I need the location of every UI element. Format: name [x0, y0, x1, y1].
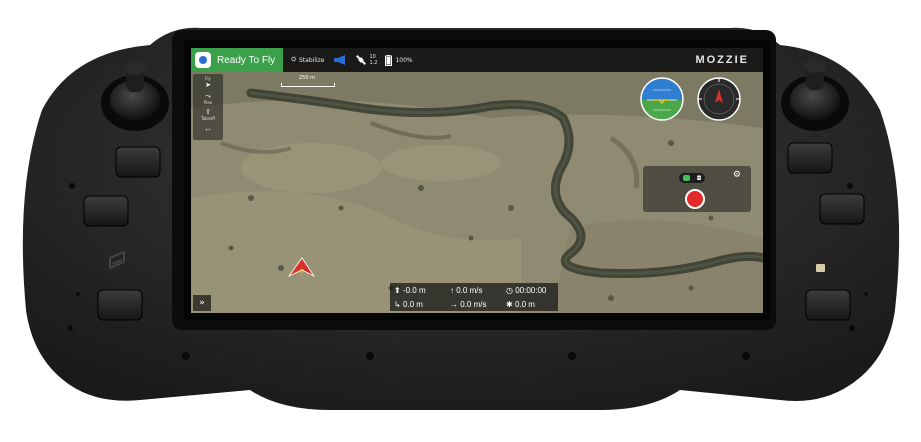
distance-icon: ↳	[394, 299, 401, 309]
megaphone-icon	[333, 55, 345, 65]
flight-time-value: 00:00:00	[515, 285, 547, 295]
compass-indicator	[697, 77, 741, 121]
horizontal-speed-value: 0.0 m/s	[460, 299, 487, 309]
clock-icon: ◷	[506, 285, 513, 295]
telemetry-panel: ⬆ -0.0 m ↑ 0.0 m/s ◷ 00:00:00 ↳ 0.0 m → …	[390, 283, 558, 311]
tool-fly[interactable]: Fly ➤	[193, 74, 223, 90]
mode-icon: ⛭	[291, 56, 296, 63]
tool-strip: Fly ➤ ⤳ Plan ⇧ Takeoff ↩	[193, 74, 223, 140]
battery-icon	[385, 54, 393, 66]
distance-readout: ↳ 0.0 m	[390, 300, 446, 309]
right-button-1[interactable]	[787, 142, 833, 174]
vertical-speed-value: 0.0 m/s	[456, 285, 483, 295]
satellite-icon	[355, 55, 366, 65]
tool-takeoff[interactable]: ⇧ Takeoff	[193, 106, 223, 122]
battery-indicator[interactable]: 100%	[385, 54, 413, 66]
flight-status-label: Ready To Fly	[217, 54, 276, 66]
left-button-3[interactable]	[97, 289, 143, 321]
gcs-screen: H Ready To Fly ⛭ Stabilize 10 1.2 100% M…	[191, 48, 763, 313]
flight-mode-label: Stabilize	[299, 56, 325, 64]
brand-logo: MOZZIE	[695, 54, 749, 66]
expand-panel-button[interactable]: »	[193, 295, 211, 311]
return-icon: ↩	[205, 126, 211, 134]
route-icon: ⤳	[205, 91, 211, 100]
top-status-bar: Ready To Fly ⛭ Stabilize 10 1.2 100% MOZ…	[191, 48, 763, 72]
map-scale: 250 m	[277, 75, 337, 89]
altitude-readout: ⬆ -0.0 m	[390, 286, 446, 295]
vertical-speed-icon: ↑	[450, 285, 454, 295]
distance-value: 0.0 m	[402, 299, 423, 309]
attitude-indicator	[640, 77, 684, 121]
takeoff-icon: ⇧	[205, 107, 211, 116]
tool-return[interactable]: ↩	[193, 122, 223, 138]
flight-time-readout: ◷ 00:00:00	[502, 286, 558, 295]
horizontal-speed-readout: → 0.0 m/s	[446, 300, 502, 309]
battery-percent: 100%	[395, 56, 413, 64]
app-logo-icon	[195, 52, 211, 68]
gps-hdop: 1.2	[369, 60, 378, 66]
flight-instruments[interactable]	[639, 76, 743, 122]
gps-indicator[interactable]: 10 1.2	[355, 54, 378, 66]
home-distance-value: 0.0 m	[514, 299, 535, 309]
flight-mode[interactable]: ⛭ Stabilize	[291, 56, 324, 64]
video-mode-icon	[682, 175, 690, 181]
camera-mode-toggle[interactable]: ◘	[679, 173, 705, 183]
svg-text:H: H	[300, 269, 304, 275]
status-led	[816, 264, 825, 272]
left-button-1[interactable]	[115, 146, 161, 178]
right-button-3[interactable]	[805, 289, 851, 321]
tool-plan[interactable]: ⤳ Plan	[193, 90, 223, 106]
home-distance-icon: ✱	[506, 299, 513, 309]
map-scale-label: 250 m	[298, 75, 315, 81]
left-button-2[interactable]	[83, 195, 129, 227]
map-scale-bar	[281, 83, 335, 87]
flight-status[interactable]: Ready To Fly	[191, 48, 284, 72]
right-button-2[interactable]	[819, 193, 865, 225]
messages-indicator[interactable]	[333, 55, 347, 65]
altitude-icon: ⬆	[394, 285, 401, 295]
vertical-speed-readout: ↑ 0.0 m/s	[446, 286, 502, 295]
photo-mode-icon: ◘	[696, 174, 702, 182]
camera-settings-gear-icon[interactable]: ⚙	[733, 170, 741, 180]
send-icon: ➤	[205, 80, 211, 89]
tool-plan-label: Plan	[203, 99, 213, 105]
horizontal-speed-icon: →	[450, 299, 458, 309]
camera-panel: ◘ ⚙	[643, 166, 751, 212]
record-button[interactable]	[685, 189, 705, 209]
altitude-value: -0.0 m	[402, 285, 426, 295]
tool-takeoff-label: Takeoff	[200, 115, 216, 121]
home-distance-readout: ✱ 0.0 m	[502, 300, 558, 309]
